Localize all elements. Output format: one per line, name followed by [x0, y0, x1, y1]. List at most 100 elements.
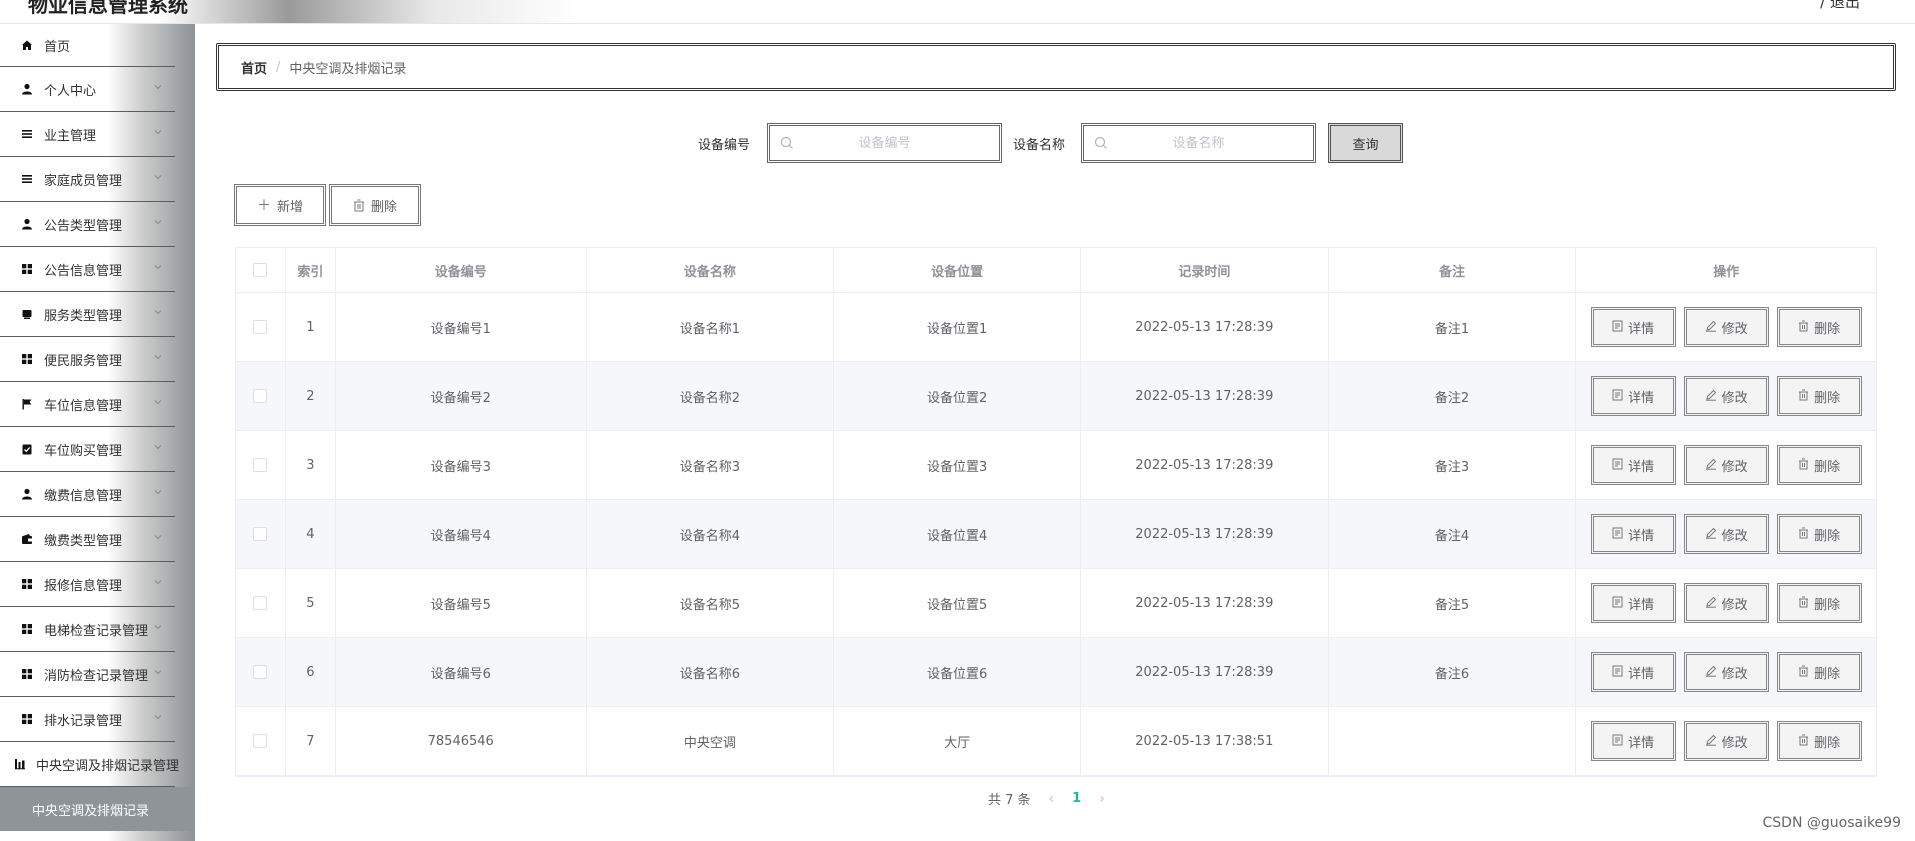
- edit-button[interactable]: 修改: [1683, 721, 1769, 761]
- table-row: 7 78546546 中央空调 大厅 2022-05-13 17:38:51 详情 修改 删除: [236, 707, 1876, 776]
- detail-button[interactable]: 详情: [1590, 376, 1676, 416]
- sidebar-item-3[interactable]: 家庭成员管理: [0, 157, 175, 202]
- wallet-icon: [20, 532, 34, 546]
- delete-button[interactable]: 删除: [1776, 652, 1862, 692]
- chart-icon: [14, 757, 26, 771]
- delete-button[interactable]: 删除: [1776, 514, 1862, 554]
- sidebar-item-14[interactable]: 消防检查记录管理: [0, 652, 175, 697]
- add-button[interactable]: ＋ 新增: [234, 184, 326, 226]
- sidebar-item-15[interactable]: 排水记录管理: [0, 697, 175, 742]
- detail-button[interactable]: 详情: [1590, 514, 1676, 554]
- edit-button[interactable]: 修改: [1683, 376, 1769, 416]
- prev-page-icon[interactable]: ‹: [1049, 791, 1055, 807]
- delete-button[interactable]: 删除: [1776, 721, 1862, 761]
- cell-record-time: 2022-05-13 17:28:39: [1081, 569, 1329, 637]
- cell-device-code: 设备编号5: [336, 569, 587, 637]
- row-checkbox[interactable]: [253, 389, 268, 403]
- device-code-input[interactable]: [770, 126, 999, 160]
- cell-operations: 详情 修改 删除: [1576, 569, 1876, 637]
- cell-remark: 备注5: [1329, 569, 1577, 637]
- breadcrumb-current: 中央空调及排烟记录: [289, 61, 407, 77]
- cell-index: 6: [286, 638, 336, 706]
- sidebar-item-7[interactable]: 便民服务管理: [0, 337, 175, 382]
- device-code-field[interactable]: [767, 123, 1002, 163]
- chevron-down-icon: [153, 667, 165, 679]
- grid-icon: [20, 262, 34, 276]
- delete-button[interactable]: 删除: [1776, 445, 1862, 485]
- cell-index: 3: [286, 431, 336, 499]
- cell-device-name: 设备名称5: [587, 569, 835, 637]
- edit-button[interactable]: 修改: [1683, 307, 1769, 347]
- cell-operations: 详情 修改 删除: [1576, 362, 1876, 430]
- cell-device-location: 设备位置6: [834, 638, 1081, 706]
- trash-icon: [353, 199, 364, 211]
- sidebar-subitem-active[interactable]: 中央空调及排烟记录: [0, 787, 195, 831]
- edit-button[interactable]: 修改: [1683, 445, 1769, 485]
- sidebar-item-4[interactable]: 公告类型管理: [0, 202, 175, 247]
- grid-icon: [20, 352, 34, 366]
- cell-operations: 详情 修改 删除: [1576, 293, 1876, 361]
- row-checkbox[interactable]: [253, 734, 268, 748]
- pagination-total: 共 7 条: [988, 793, 1031, 808]
- detail-button[interactable]: 详情: [1590, 583, 1676, 623]
- query-button[interactable]: 查询: [1328, 123, 1403, 163]
- next-page-icon[interactable]: ›: [1099, 791, 1105, 807]
- page-number[interactable]: 1: [1072, 791, 1081, 806]
- sidebar-item-label: 服务类型管理: [44, 308, 123, 324]
- device-name-input[interactable]: [1084, 126, 1313, 160]
- delete-button[interactable]: 删除: [1776, 307, 1862, 347]
- sidebar-item-16[interactable]: 中央空调及排烟记录管理: [0, 742, 179, 787]
- batch-delete-button[interactable]: 删除: [329, 184, 421, 226]
- cell-device-name: 设备名称3: [587, 431, 835, 499]
- breadcrumb-home[interactable]: 首页: [241, 58, 267, 77]
- edit-button[interactable]: 修改: [1683, 652, 1769, 692]
- sidebar-item-6[interactable]: 服务类型管理: [0, 292, 175, 337]
- sidebar-item-11[interactable]: 缴费类型管理: [0, 517, 175, 562]
- row-checkbox[interactable]: [253, 665, 268, 679]
- sidebar-item-5[interactable]: 公告信息管理: [0, 247, 175, 292]
- cell-device-location: 设备位置1: [834, 293, 1081, 361]
- row-checkbox[interactable]: [253, 320, 268, 334]
- cell-device-code: 设备编号2: [336, 362, 587, 430]
- device-name-field[interactable]: [1081, 123, 1316, 163]
- sidebar-item-10[interactable]: 缴费信息管理: [0, 472, 175, 517]
- sidebar-item-0[interactable]: 首页: [0, 24, 175, 67]
- header-select-cell: [236, 248, 286, 292]
- detail-button[interactable]: 详情: [1590, 721, 1676, 761]
- edit-button[interactable]: 修改: [1683, 514, 1769, 554]
- detail-button-label: 详情: [1628, 321, 1655, 337]
- detail-button[interactable]: 详情: [1590, 652, 1676, 692]
- select-all-checkbox[interactable]: [253, 263, 268, 277]
- row-checkbox[interactable]: [253, 527, 268, 541]
- row-checkbox[interactable]: [253, 596, 268, 610]
- table-row: 6 设备编号6 设备名称6 设备位置6 2022-05-13 17:28:39 备注6 详情…: [236, 638, 1876, 707]
- sidebar-item-8[interactable]: 车位信息管理: [0, 382, 175, 427]
- edit-button[interactable]: 修改: [1683, 583, 1769, 623]
- detail-button[interactable]: 详情: [1590, 307, 1676, 347]
- add-button-label: 新增: [276, 199, 303, 215]
- row-checkbox[interactable]: [253, 458, 268, 472]
- cell-record-time: 2022-05-13 17:28:39: [1081, 431, 1329, 499]
- edit-button-label: 修改: [1721, 528, 1748, 544]
- pencil-icon: [1705, 665, 1717, 680]
- cell-device-code: 设备编号4: [336, 500, 587, 568]
- sidebar-item-label: 首页: [44, 39, 71, 55]
- logout-link[interactable]: / 退出: [1820, 0, 1860, 12]
- delete-button[interactable]: 删除: [1776, 583, 1862, 623]
- trash-icon: [1798, 389, 1809, 404]
- watermark: CSDN @guosaike99: [1762, 815, 1902, 831]
- detail-button[interactable]: 详情: [1590, 445, 1676, 485]
- grid-icon: [20, 577, 34, 591]
- pencil-icon: [1705, 734, 1717, 749]
- sidebar-item-label: 车位信息管理: [44, 398, 123, 414]
- records-table: 索引 设备编号 设备名称 设备位置 记录时间 备注 操作 1 设备编号1 设备名称1 设备位置1 20…: [235, 247, 1877, 777]
- cell-operations: 详情 修改 删除: [1576, 707, 1876, 775]
- sidebar-item-13[interactable]: 电梯检查记录管理: [0, 607, 175, 652]
- sidebar-item-1[interactable]: 个人中心: [0, 67, 175, 112]
- cell-remark: 备注3: [1329, 431, 1577, 499]
- plus-icon: ＋: [256, 198, 271, 214]
- trash-icon: [1798, 527, 1809, 542]
- delete-button[interactable]: 删除: [1776, 376, 1862, 416]
- sidebar-item-12[interactable]: 报修信息管理: [0, 562, 175, 607]
- sidebar-item-9[interactable]: 车位购买管理: [0, 427, 175, 472]
